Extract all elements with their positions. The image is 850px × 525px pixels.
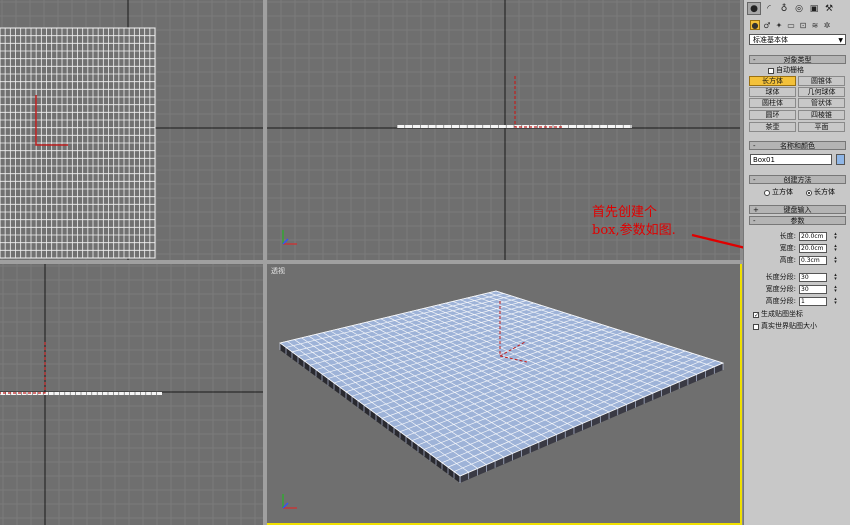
width-label: 宽度:: [779, 244, 796, 252]
primitive-type-dropdown[interactable]: 标准基本体 ▼: [749, 34, 846, 45]
viewport-divider-horizontal[interactable]: [0, 260, 743, 264]
helpers-icon[interactable]: ⊡: [798, 20, 808, 30]
tube-button[interactable]: 管状体: [798, 98, 845, 108]
axis-z-icon: [282, 502, 289, 509]
width-spinner[interactable]: ▴ ▾: [833, 244, 838, 253]
cone-button[interactable]: 圆锥体: [798, 76, 845, 86]
length-spinner[interactable]: ▴ ▾: [833, 232, 838, 241]
real-world-label: 真实世界贴图大小: [761, 322, 817, 330]
category-icons: ● ♂ ✦ ▭ ⊡ ≋ ✲: [744, 16, 850, 34]
autogrid-checkbox[interactable]: 自动栅格: [768, 66, 804, 75]
hierarchy-tab[interactable]: ♁: [777, 2, 791, 15]
spacewarps-icon[interactable]: ≋: [810, 20, 820, 30]
perspective-viewport[interactable]: 透视: [265, 262, 742, 525]
annotation-text: 首先创建个 box,参数如图.: [592, 205, 676, 238]
box-perspective-mesh: [279, 290, 725, 483]
width-segs-label: 宽度分段:: [765, 285, 796, 293]
plane-button[interactable]: 平面: [798, 122, 845, 132]
utilities-tab[interactable]: ⚒: [822, 2, 836, 15]
command-panel: ● ◜ ♁ ◎ ▣ ⚒ ● ♂ ✦ ▭ ⊡ ≋ ✲ 标准基本体 ▼ - 对象类型 …: [743, 0, 850, 525]
modify-tab[interactable]: ◜: [762, 2, 776, 15]
display-tab[interactable]: ▣: [807, 2, 821, 15]
shapes-icon[interactable]: ♂: [762, 20, 772, 30]
teapot-button[interactable]: 茶壶: [749, 122, 796, 132]
motion-tab[interactable]: ◎: [792, 2, 806, 15]
rollout-title: 创建方法: [783, 176, 812, 184]
height-segs-spinner[interactable]: ▴ ▾: [833, 297, 838, 306]
perspective-viewport-label: 透视: [271, 267, 285, 275]
rollout-creation-method[interactable]: - 创建方法: [749, 175, 846, 184]
rollout-title: 对象类型: [783, 56, 812, 64]
length-input[interactable]: 20.0cm: [799, 232, 827, 241]
width-input[interactable]: 20.0cm: [799, 244, 827, 253]
box-button[interactable]: 长方体: [749, 76, 796, 86]
height-input[interactable]: 0.3cm: [799, 256, 827, 265]
width-segs-input[interactable]: 30: [799, 285, 827, 294]
box-radio-label: 长方体: [814, 188, 835, 196]
left-view-canvas: [0, 264, 263, 525]
left-viewport[interactable]: [0, 264, 263, 525]
length-label: 长度:: [779, 232, 796, 240]
torus-button[interactable]: 圆环: [749, 110, 796, 120]
height-segs-input[interactable]: 1: [799, 297, 827, 306]
perspective-view-canvas: [279, 290, 725, 509]
object-color-swatch[interactable]: [836, 154, 845, 165]
height-segs-label: 高度分段:: [765, 297, 796, 305]
lights-icon[interactable]: ✦: [774, 20, 784, 30]
chevron-down-icon: ▼: [838, 37, 843, 44]
command-panel-tabs: ● ◜ ♁ ◎ ▣ ⚒: [744, 0, 850, 16]
rollout-title: 键盘输入: [783, 206, 812, 214]
object-name-input[interactable]: Box01: [750, 154, 832, 165]
real-world-checkbox[interactable]: 真实世界贴图大小: [753, 322, 817, 331]
sphere-button[interactable]: 球体: [749, 87, 796, 97]
box-top-wireframe: [0, 27, 156, 259]
geosphere-button[interactable]: 几何球体: [798, 87, 845, 97]
create-tab[interactable]: ●: [747, 2, 761, 15]
rollout-object-type[interactable]: - 对象类型: [749, 55, 846, 64]
top-view-canvas: [0, 0, 263, 260]
dropdown-value: 标准基本体: [753, 36, 788, 44]
autogrid-label: 自动栅格: [776, 66, 804, 74]
cameras-icon[interactable]: ▭: [786, 20, 796, 30]
cube-radio-label: 立方体: [772, 188, 793, 196]
top-viewport[interactable]: [0, 0, 263, 260]
rollout-parameters[interactable]: - 参数: [749, 216, 846, 225]
rollout-keyboard-entry[interactable]: + 键盘输入: [749, 205, 846, 214]
gen-mapping-label: 生成贴图坐标: [761, 310, 803, 318]
pivot-gizmo: [514, 76, 562, 128]
box-radio[interactable]: 长方体: [806, 188, 835, 197]
rollout-title: 参数: [790, 217, 805, 225]
height-spinner[interactable]: ▴ ▾: [833, 256, 838, 265]
rollout-name-color[interactable]: - 名称和颜色: [749, 141, 846, 150]
cube-radio[interactable]: 立方体: [764, 188, 793, 197]
length-segs-spinner[interactable]: ▴ ▾: [833, 273, 838, 282]
length-segs-label: 长度分段:: [765, 273, 796, 281]
rollout-title: 名称和颜色: [780, 142, 815, 150]
length-segs-input[interactable]: 30: [799, 273, 827, 282]
systems-icon[interactable]: ✲: [822, 20, 832, 30]
cylinder-button[interactable]: 圆柱体: [749, 98, 796, 108]
geometry-icon[interactable]: ●: [750, 20, 760, 30]
gen-mapping-checkbox[interactable]: ✓ 生成贴图坐标: [753, 310, 803, 319]
pyramid-button[interactable]: 四棱锥: [798, 110, 845, 120]
height-label: 高度:: [779, 256, 796, 264]
width-segs-spinner[interactable]: ▴ ▾: [833, 285, 838, 294]
